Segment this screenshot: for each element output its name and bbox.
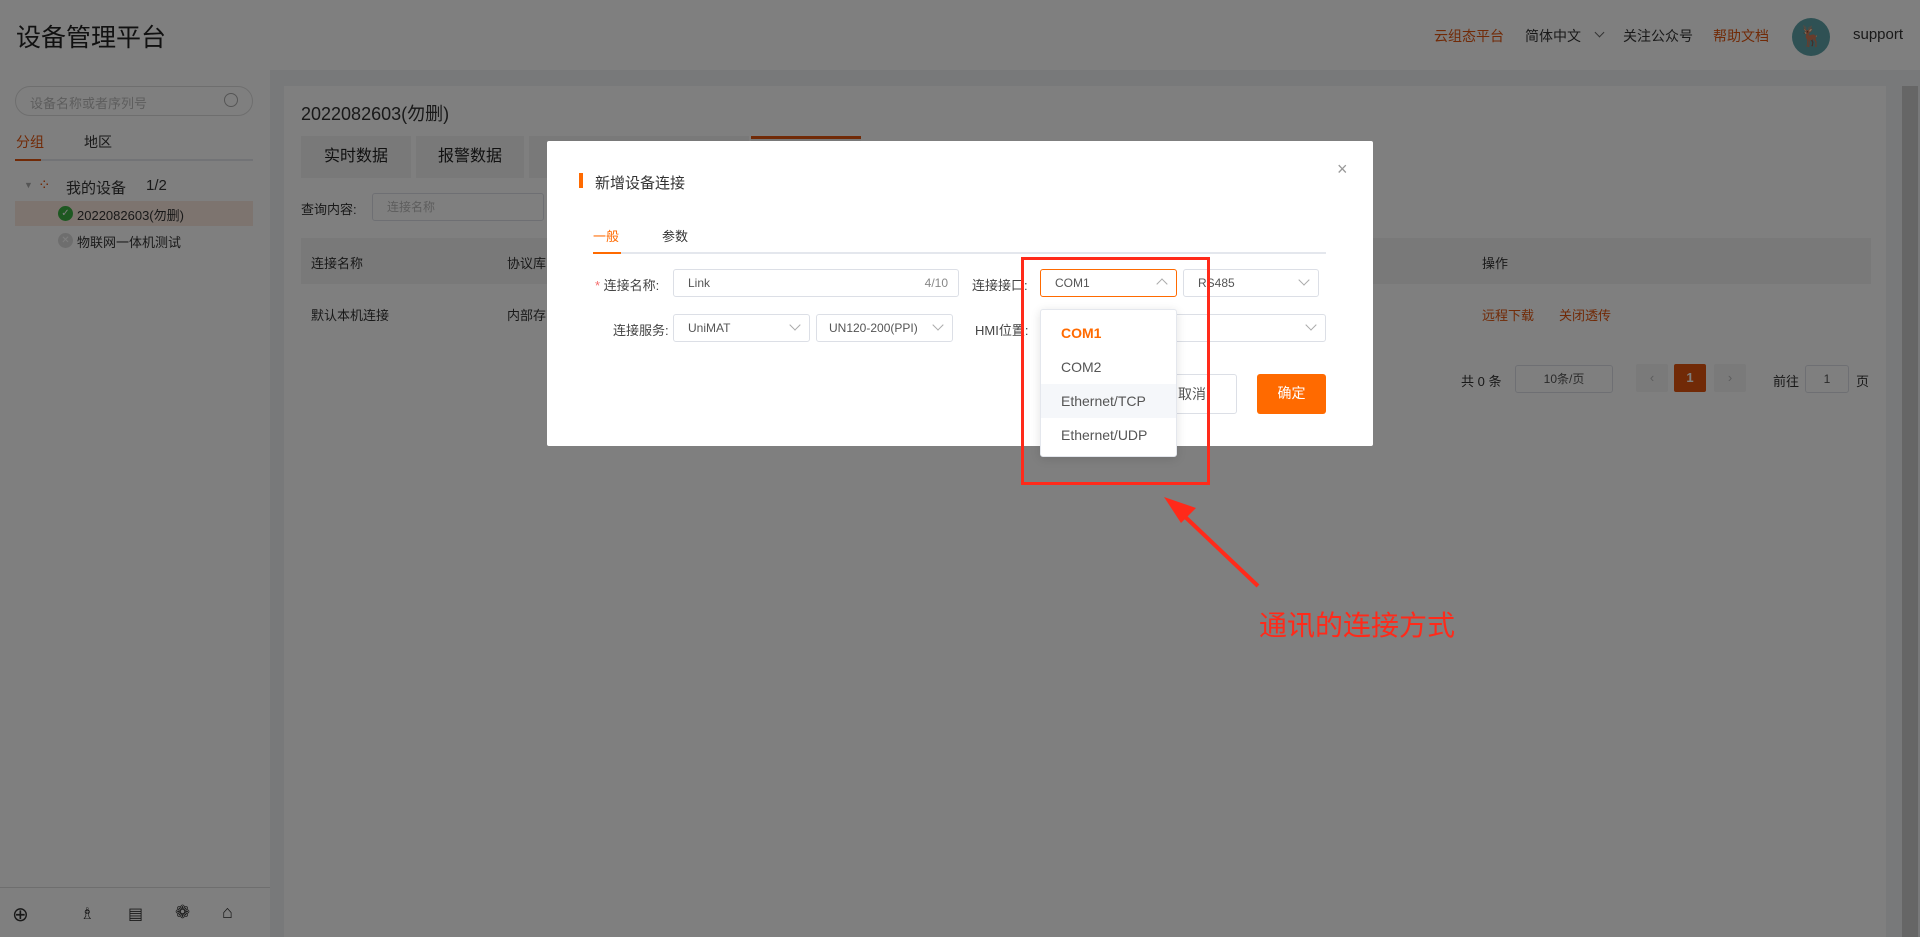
annotation-text: 通讯的连接方式 (1259, 610, 1456, 641)
annotation-arrow (1164, 497, 1260, 588)
